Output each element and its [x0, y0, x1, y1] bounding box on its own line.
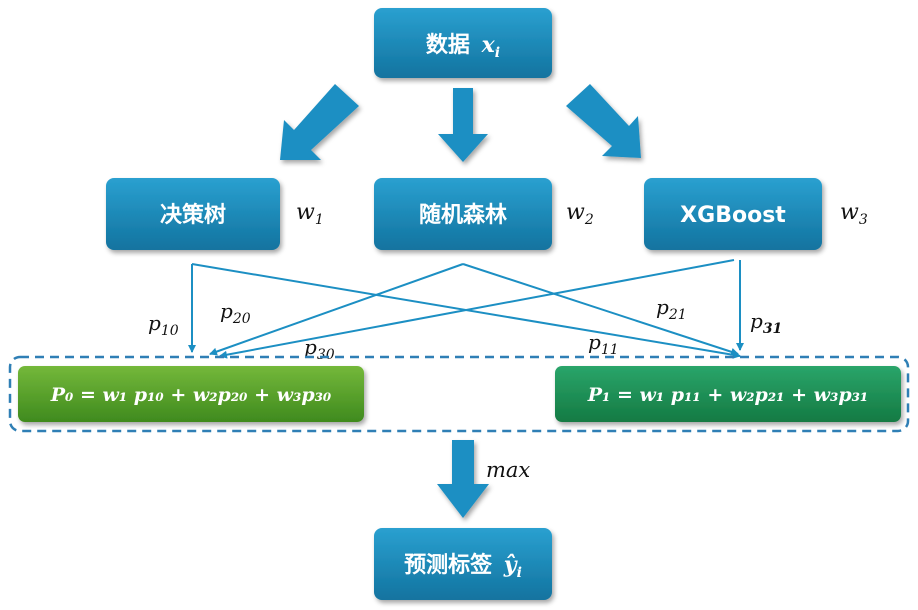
formula-p0-box: P₀ = w₁ p₁₀ + w₂p₂₀ + w₃p₃₀	[18, 366, 364, 422]
tree-node: 决策树	[106, 178, 280, 250]
xgboost-node: XGBoost	[644, 178, 822, 250]
data-node: 数据 xi	[374, 8, 552, 78]
svg-text:P₁ = w₁ p₁₁ + w₂p₂₁ + w₃p₃₁: P₁ = w₁ p₁₁ + w₂p₂₁ + w₃p₃₁	[587, 384, 869, 406]
label-p30: p30	[304, 335, 335, 363]
forest-node: 随机森林	[374, 178, 552, 250]
ensemble-diagram: 数据 xi 决策树 随机森林 XGBoost w1 w2 w3 p10 p20 …	[0, 0, 918, 610]
label-p21: p21	[656, 295, 687, 323]
svg-text:决策树: 决策树	[160, 202, 226, 228]
weight-w1: w1	[296, 200, 324, 228]
svg-text:P₀ = w₁ p₁₀ + w₂p₂₀ + w₃p₃₀: P₀ = w₁ p₁₀ + w₂p₂₀ + w₃p₃₀	[50, 384, 332, 406]
arrow-forest-to-p0	[209, 263, 464, 356]
label-p20: p20	[220, 299, 251, 327]
svg-text:预测标签 ŷi: 预测标签 ŷi	[404, 552, 522, 581]
block-arrows-top	[280, 84, 641, 162]
block-arrow-center	[438, 88, 488, 162]
diagram-canvas: 数据 xi 决策树 随机森林 XGBoost w1 w2 w3 p10 p20 …	[8, 8, 910, 600]
block-arrow-left	[280, 84, 359, 160]
svg-text:随机森林: 随机森林	[419, 202, 507, 228]
prediction-node: 预测标签 ŷi	[374, 528, 552, 600]
weight-w2: w2	[566, 200, 594, 228]
weight-w3: w3	[840, 200, 868, 228]
formula-p1-box: P₁ = w₁ p₁₁ + w₂p₂₁ + w₃p₃₁	[555, 366, 901, 422]
block-arrow-max	[437, 440, 489, 518]
svg-text:XGBoost: XGBoost	[680, 203, 786, 228]
label-p31: p31	[750, 309, 782, 337]
svg-text:数据 xi: 数据 xi	[426, 32, 500, 61]
max-label: max	[486, 458, 530, 482]
block-arrow-right	[566, 84, 641, 158]
label-p10: p10	[148, 311, 179, 339]
